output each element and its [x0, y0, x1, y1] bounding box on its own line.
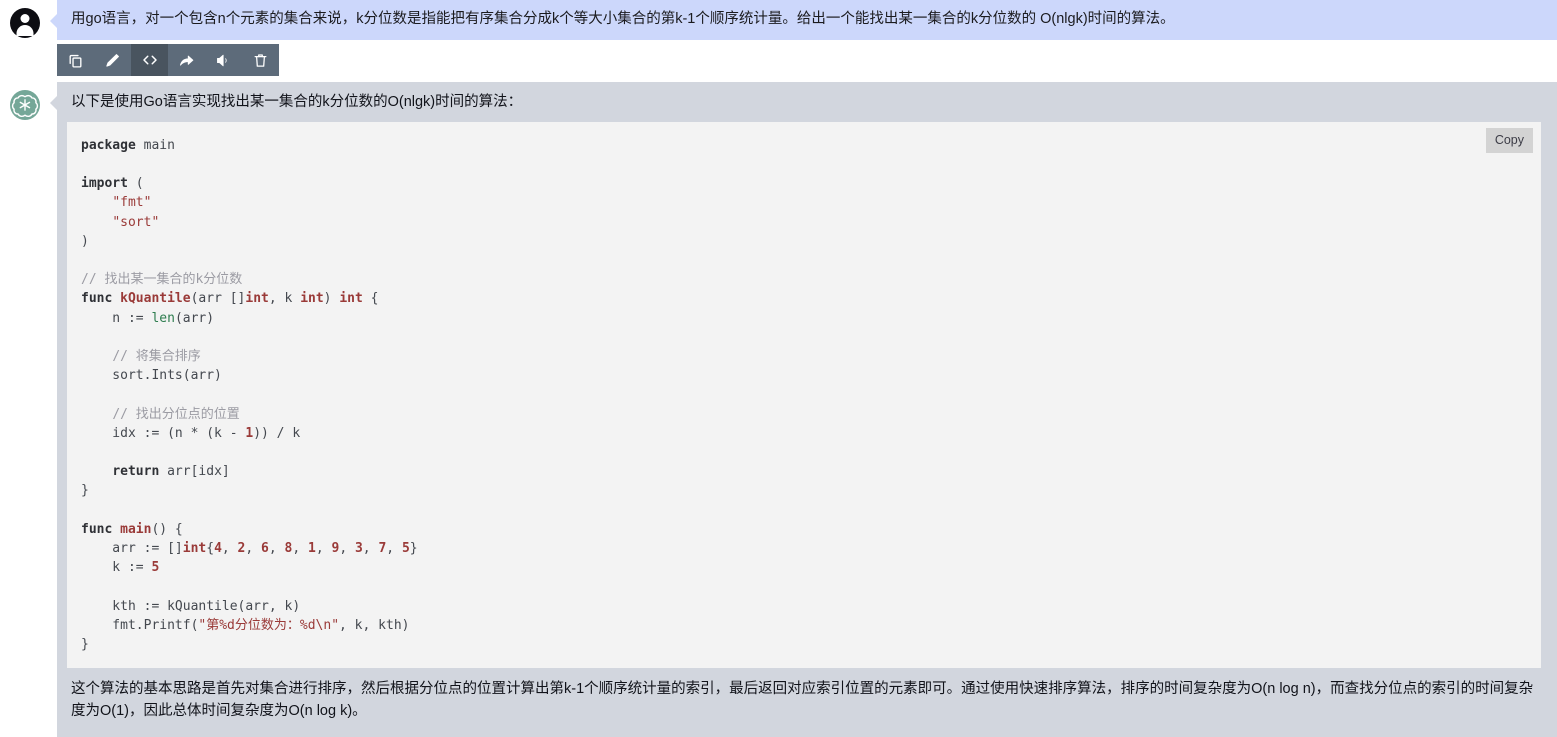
- code-token: int: [300, 291, 324, 307]
- code-token: n :=: [81, 310, 152, 326]
- code-token: 3: [354, 541, 363, 557]
- code-token: () {: [151, 521, 183, 537]
- code-token: kth := kQuantile(arr, k): [81, 598, 301, 614]
- code-icon: [141, 51, 159, 69]
- code-token: ,: [221, 541, 238, 557]
- copy-code-button[interactable]: Copy: [1485, 127, 1533, 154]
- assistant-message-bubble: 以下是使用Go语言实现找出某一集合的k分位数的O(nlgk)时间的算法： Cop…: [57, 82, 1557, 737]
- code-token: kQuantile: [120, 291, 191, 307]
- code-token: // 将集合排序: [112, 349, 201, 364]
- code-token: )) / k: [253, 425, 301, 441]
- code-button[interactable]: [131, 44, 168, 77]
- code-token: // 找出分位点的位置: [112, 406, 240, 422]
- code-token: ,: [339, 541, 355, 557]
- user-avatar-column: [0, 0, 50, 38]
- code-token: ,: [315, 541, 332, 557]
- code-token: 4: [214, 541, 222, 557]
- speak-button[interactable]: [205, 44, 242, 76]
- code-token: k :=: [81, 560, 152, 576]
- code-token: ,: [362, 541, 379, 557]
- code-token: 5: [151, 560, 160, 576]
- user-avatar-icon: [10, 8, 40, 38]
- delete-button[interactable]: [242, 44, 279, 76]
- code-token: main: [120, 521, 152, 537]
- code-token: (arr): [174, 310, 215, 326]
- code-token: int: [245, 291, 269, 307]
- code-token: // 找出某一集合的k分位数: [81, 272, 243, 288]
- code-token: {: [206, 541, 215, 557]
- copy-button[interactable]: [57, 44, 94, 76]
- code-token: "sort": [112, 214, 160, 230]
- code-token: (arr []: [190, 291, 246, 307]
- code-token: func: [81, 291, 121, 307]
- code-token: func: [81, 521, 121, 537]
- edit-button[interactable]: [94, 44, 131, 76]
- trash-icon: [252, 52, 269, 69]
- code-content: package main import ( "fmt" "sort" ) // …: [67, 136, 1541, 654]
- code-token: 6: [261, 541, 269, 557]
- copy-icon: [67, 52, 84, 69]
- code-token: "第%d分位数为：%d\n": [198, 617, 340, 633]
- code-token: sort.Ints(arr): [81, 368, 222, 384]
- speaker-icon: [215, 52, 232, 69]
- code-token: package: [81, 137, 136, 153]
- code-token: }: [81, 637, 89, 653]
- assistant-bubble-tail: [50, 96, 57, 111]
- share-button[interactable]: [168, 44, 205, 76]
- code-token: ,: [292, 541, 308, 557]
- code-token: idx := (n * (k -: [81, 425, 246, 441]
- code-token: ): [81, 233, 89, 249]
- code-token: int: [182, 541, 207, 557]
- code-token: int: [339, 291, 363, 307]
- assistant-closing-text: 这个算法的基本思路是首先对集合进行排序，然后根据分位点的位置计算出第k-1个顺序…: [71, 681, 1534, 719]
- code-token: 1: [308, 541, 316, 557]
- code-token: }: [81, 483, 89, 499]
- code-token: fmt.Printf(: [81, 617, 199, 633]
- assistant-avatar-column: [0, 82, 50, 121]
- code-token: arr[idx]: [159, 464, 230, 480]
- code-token: (: [127, 176, 144, 192]
- code-token: import: [81, 176, 128, 192]
- code-token: ): [323, 291, 340, 307]
- share-icon: [178, 52, 195, 69]
- assistant-message-row: 以下是使用Go语言实现找出某一集合的k分位数的O(nlgk)时间的算法： Cop…: [0, 82, 1557, 737]
- user-message-row: 用go语言，对一个包含n个元素的集合来说，k分位数是指能把有序集合分成k个等大小…: [0, 0, 1557, 41]
- code-token: ,: [245, 541, 262, 557]
- message-actions-row: [0, 40, 1557, 77]
- assistant-lead-text: 以下是使用Go语言实现找出某一集合的k分位数的O(nlgk)时间的算法：: [71, 94, 523, 111]
- code-token: arr := []: [81, 541, 183, 557]
- code-token: , k, kth): [339, 617, 410, 633]
- code-token: 5: [401, 541, 410, 557]
- user-bubble-tail: [50, 14, 57, 28]
- code-token: "fmt": [112, 195, 152, 211]
- code-token: len: [151, 310, 175, 326]
- message-action-toolbar: [57, 44, 279, 77]
- code-block: Copy package main import ( "fmt" "sort" …: [67, 121, 1541, 669]
- code-token: main: [135, 137, 175, 153]
- chatgpt-logo-icon: [10, 90, 40, 121]
- code-token: return: [112, 464, 160, 480]
- code-token: , k: [268, 291, 301, 307]
- chat-conversation: 用go语言，对一个包含n个元素的集合来说，k分位数是指能把有序集合分成k个等大小…: [0, 0, 1557, 737]
- code-token: {: [362, 291, 379, 307]
- code-token: ,: [386, 541, 402, 557]
- code-token: }: [409, 541, 418, 557]
- pencil-icon: [104, 52, 121, 69]
- code-token: ,: [268, 541, 285, 557]
- user-message-text: 用go语言，对一个包含n个元素的集合来说，k分位数是指能把有序集合分成k个等大小…: [57, 0, 1557, 41]
